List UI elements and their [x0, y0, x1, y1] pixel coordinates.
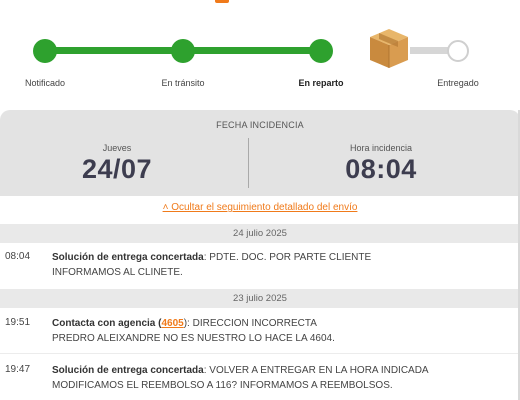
incident-day-label: Jueves: [102, 143, 132, 153]
incident-title: FECHA INCIDENCIA: [216, 120, 304, 130]
step-en-transito-dot: [171, 39, 195, 63]
event-detail: : VOLVER A ENTREGAR EN LA HORA INDICADA: [203, 365, 429, 376]
event-detail-line2: PREDRO ALEIXANDRE NO ES NUESTRO LO HACE …: [52, 332, 335, 344]
history-event: 19:47 Solución de entrega concertada: VO…: [0, 354, 520, 400]
history-event: 08:04 Solución de entrega concertada: PD…: [0, 243, 520, 289]
event-title: Solución de entrega concertada: [52, 365, 204, 376]
step-notificado-dot: [33, 39, 57, 63]
hide-tracking-details-link[interactable]: ˄ Ocultar el seguimiento detallado del e…: [0, 202, 520, 213]
shipment-progress-tracker: Notificado En tránsito En reparto Entreg…: [0, 0, 520, 100]
incident-panel: FECHA INCIDENCIA Jueves 24/07 Hora incid…: [0, 110, 520, 196]
step-label-en-reparto: En reparto: [298, 78, 344, 88]
agency-code-link[interactable]: 4605: [161, 318, 183, 329]
step-label-entregado: Entregado: [437, 78, 479, 88]
event-description: Solución de entrega concertada: PDTE. DO…: [52, 251, 492, 280]
incident-date-block: Jueves 24/07: [17, 143, 217, 185]
incident-divider: [248, 138, 249, 188]
incident-time-block: Hora incidencia 08:04: [281, 143, 481, 185]
event-detail-line2: INFORMAMOS AL CLINETE.: [52, 266, 183, 278]
history-date-header: 23 julio 2025: [0, 289, 520, 308]
event-title: Contacta con agencia: [52, 318, 156, 329]
event-time: 19:47: [5, 364, 31, 375]
event-time: 08:04: [5, 251, 31, 262]
event-detail-line2: MODIFICAMOS EL REEMBOLSO A 116? INFORMAM…: [52, 379, 393, 391]
incident-date-value: 24/07: [81, 154, 153, 184]
event-detail: : PDTE. DOC. POR PARTE CLIENTE: [203, 252, 372, 263]
incident-time-label: Hora incidencia: [349, 143, 413, 153]
event-title: Solución de entrega concertada: [52, 252, 204, 263]
event-description: Solución de entrega concertada: VOLVER A…: [52, 364, 492, 393]
event-description: Contacta con agencia (4605): DIRECCION I…: [52, 317, 492, 346]
history-date-header: 24 julio 2025: [0, 224, 520, 243]
incident-time-value: 08:04: [345, 154, 417, 184]
step-en-reparto-dot: [309, 39, 333, 63]
event-detail: ): DIRECCION INCORRECTA: [183, 318, 317, 329]
step-entregado-dot: [447, 40, 469, 62]
step-label-notificado: Notificado: [24, 78, 66, 88]
event-time: 19:51: [5, 317, 31, 328]
history-event: 19:51 Contacta con agencia (4605): DIREC…: [0, 308, 520, 352]
package-box-icon: [370, 29, 408, 68]
step-label-en-transito: En tránsito: [161, 78, 205, 88]
